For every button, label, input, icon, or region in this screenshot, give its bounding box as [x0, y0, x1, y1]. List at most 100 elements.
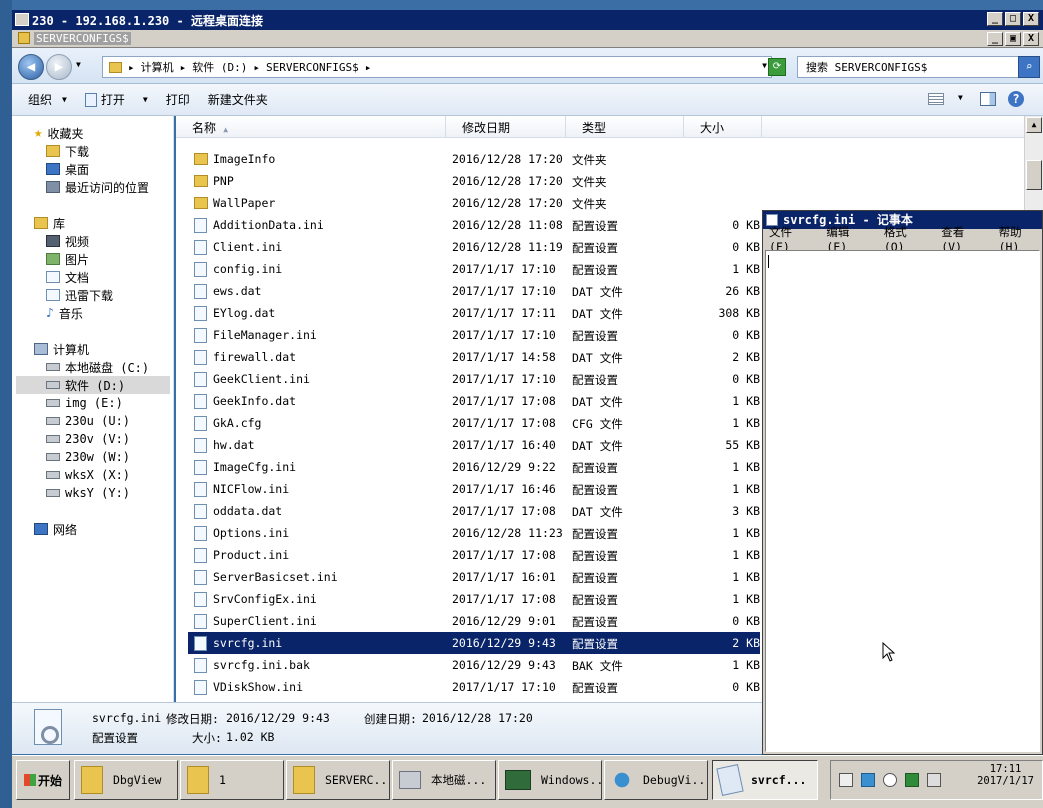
preview-pane-icon[interactable] — [980, 92, 996, 106]
file-row[interactable]: Client.ini 2016/12/28 11:19 配置设置 0 KB — [188, 236, 760, 258]
breadcrumb-folder[interactable]: SERVERCONFIGS$ — [266, 61, 359, 74]
history-dropdown[interactable]: ▼ — [76, 60, 81, 69]
file-icon — [194, 372, 207, 387]
rdp-minimize-button[interactable]: _ — [987, 12, 1003, 26]
file-row[interactable]: oddata.dat 2017/1/17 17:08 DAT 文件 3 KB — [188, 500, 760, 522]
task-notepad[interactable]: svrcf... — [712, 760, 818, 800]
breadcrumb-drive[interactable]: 软件 (D:) — [192, 59, 247, 75]
explorer-close-button[interactable]: X — [1023, 32, 1039, 46]
nav-item-drive-y[interactable]: wksY (Y:) — [46, 484, 130, 502]
scroll-thumb[interactable] — [1026, 160, 1042, 190]
file-row[interactable]: EYlog.dat 2017/1/17 17:11 DAT 文件 308 KB — [188, 302, 760, 324]
file-row[interactable]: ImageCfg.ini 2016/12/29 9:22 配置设置 1 KB — [188, 456, 760, 478]
computer-icon — [34, 343, 48, 355]
nav-favorites[interactable]: ★ 收藏夹 — [34, 124, 83, 142]
rdp-title-bar[interactable]: 230 - 192.168.1.230 - 远程桌面连接 _ □ X — [12, 10, 1043, 30]
file-row[interactable]: ImageInfo 2016/12/28 17:20 文件夹 — [188, 148, 760, 170]
windows-logo-icon — [23, 774, 36, 786]
column-type[interactable]: 类型 — [566, 116, 684, 138]
drive-icon — [46, 399, 60, 407]
scroll-up-button[interactable]: ▲ — [1026, 117, 1042, 133]
nav-item-pictures[interactable]: 图片 — [46, 250, 89, 268]
file-row[interactable]: SrvConfigEx.ini 2017/1/17 17:08 配置设置 1 KB — [188, 588, 760, 610]
open-button[interactable]: 打开 ▼ — [84, 91, 148, 108]
nav-item-drive-v[interactable]: 230v (V:) — [46, 430, 130, 448]
file-row[interactable]: ServerBasicset.ini 2017/1/17 16:01 配置设置 1 K… — [188, 566, 760, 588]
view-dropdown[interactable]: ▼ — [958, 93, 963, 102]
tray-app-icon[interactable] — [905, 773, 919, 787]
print-button[interactable]: 打印 — [166, 91, 190, 108]
nav-item-videos[interactable]: 视频 — [46, 232, 89, 250]
search-icon[interactable]: ⌕ — [1018, 56, 1040, 78]
start-button[interactable]: 开始 — [16, 760, 70, 800]
file-row[interactable]: svrcfg.ini 2016/12/29 9:43 配置设置 2 KB — [188, 632, 760, 654]
file-name: GeekClient.ini — [213, 372, 310, 386]
column-date[interactable]: 修改日期 — [446, 116, 566, 138]
nav-computer[interactable]: 计算机 — [34, 340, 89, 358]
address-dropdown[interactable]: ▼ — [762, 61, 767, 70]
new-folder-button[interactable]: 新建文件夹 — [208, 91, 268, 108]
nav-label: 桌面 — [65, 162, 90, 177]
notepad-text-area[interactable] — [765, 250, 1040, 752]
task-folder-1[interactable]: 1 — [180, 760, 284, 800]
file-row[interactable]: PNP 2016/12/28 17:20 文件夹 — [188, 170, 760, 192]
file-row[interactable]: VDiskShow.ini 2017/1/17 17:10 配置设置 0 KB — [188, 676, 760, 698]
column-name[interactable]: 名称 ▲ — [176, 116, 446, 138]
address-bar[interactable]: ▸ 计算机 ▸ 软件 (D:) ▸ SERVERCONFIGS$ ▸ ▼ — [102, 56, 772, 78]
file-row[interactable]: NICFlow.ini 2017/1/17 16:46 配置设置 1 KB — [188, 478, 760, 500]
file-row[interactable]: firewall.dat 2017/1/17 14:58 DAT 文件 2 KB — [188, 346, 760, 368]
file-row[interactable]: WallPaper 2016/12/28 17:20 文件夹 — [188, 192, 760, 214]
nav-item-downloads[interactable]: 下载 — [46, 142, 89, 160]
file-row[interactable]: FileManager.ini 2017/1/17 17:10 配置设置 0 KB — [188, 324, 760, 346]
search-input[interactable]: 搜索 SERVERCONFIGS$ — [797, 56, 1019, 78]
breadcrumb-computer[interactable]: 计算机 — [141, 59, 174, 75]
help-icon[interactable]: ? — [1008, 91, 1024, 107]
task-dbgview[interactable]: DbgView — [74, 760, 178, 800]
file-row[interactable]: Product.ini 2017/1/17 17:08 配置设置 1 KB — [188, 544, 760, 566]
rdp-close-button[interactable]: X — [1023, 12, 1039, 26]
file-row[interactable]: GeekInfo.dat 2017/1/17 17:08 DAT 文件 1 KB — [188, 390, 760, 412]
nav-item-drive-d[interactable]: 软件 (D:) — [46, 376, 125, 394]
file-row[interactable]: ews.dat 2017/1/17 17:10 DAT 文件 26 KB — [188, 280, 760, 302]
task-serverconfigs[interactable]: SERVERC... — [286, 760, 390, 800]
organize-button[interactable]: 组织 ▼ — [28, 91, 67, 108]
file-size: 3 KB — [732, 504, 760, 518]
column-size[interactable]: 大小 — [684, 116, 762, 138]
nav-item-drive-e[interactable]: img (E:) — [46, 394, 123, 412]
refresh-button[interactable]: ⟳ — [768, 58, 786, 76]
view-options-icon[interactable] — [928, 93, 944, 105]
nav-item-music[interactable]: ♪ 音乐 — [46, 304, 83, 322]
task-windows[interactable]: Windows... — [498, 760, 602, 800]
nav-item-documents[interactable]: 文档 — [46, 268, 89, 286]
file-row[interactable]: svrcfg.ini.bak 2016/12/29 9:43 BAK 文件 1 KB — [188, 654, 760, 676]
file-row[interactable]: GkA.cfg 2017/1/17 17:08 CFG 文件 1 KB — [188, 412, 760, 434]
task-debugview[interactable]: DebugVi... — [604, 760, 708, 800]
forward-button[interactable]: ▶ — [46, 54, 72, 80]
nav-item-recent[interactable]: 最近访问的位置 — [46, 178, 149, 196]
nav-libraries[interactable]: 库 — [34, 214, 65, 232]
volume-muted-icon[interactable] — [883, 773, 897, 787]
nav-item-drive-c[interactable]: 本地磁盘 (C:) — [46, 358, 149, 376]
keyboard-icon[interactable] — [839, 773, 853, 787]
file-row[interactable]: GeekClient.ini 2017/1/17 17:10 配置设置 0 KB — [188, 368, 760, 390]
task-local-disk[interactable]: 本地磁... — [392, 760, 496, 800]
nav-item-desktop[interactable]: 桌面 — [46, 160, 89, 178]
explorer-minimize-button[interactable]: _ — [987, 32, 1003, 46]
file-row[interactable]: SuperClient.ini 2016/12/29 9:01 配置设置 0 KB — [188, 610, 760, 632]
explorer-restore-button[interactable]: ▣ — [1005, 32, 1021, 46]
file-row[interactable]: config.ini 2017/1/17 17:10 配置设置 1 KB — [188, 258, 760, 280]
nav-item-drive-w[interactable]: 230w (W:) — [46, 448, 130, 466]
usb-icon[interactable] — [927, 773, 941, 787]
explorer-title-bar[interactable]: SERVERCONFIGS$ _ ▣ X — [12, 30, 1043, 48]
file-row[interactable]: Options.ini 2016/12/28 11:23 配置设置 1 KB — [188, 522, 760, 544]
file-row[interactable]: AdditionData.ini 2016/12/28 11:08 配置设置 0 KB — [188, 214, 760, 236]
back-button[interactable]: ◀ — [18, 54, 44, 80]
rdp-maximize-button[interactable]: □ — [1005, 12, 1021, 26]
nav-item-thunder-downloads[interactable]: 迅雷下载 — [46, 286, 113, 304]
nav-network[interactable]: 网络 — [34, 520, 77, 538]
nav-item-drive-x[interactable]: wksX (X:) — [46, 466, 130, 484]
network-status-icon[interactable] — [861, 773, 875, 787]
clock[interactable]: 17:11 2017/1/17 — [977, 763, 1034, 787]
file-row[interactable]: hw.dat 2017/1/17 16:40 DAT 文件 55 KB — [188, 434, 760, 456]
nav-item-drive-u[interactable]: 230u (U:) — [46, 412, 130, 430]
